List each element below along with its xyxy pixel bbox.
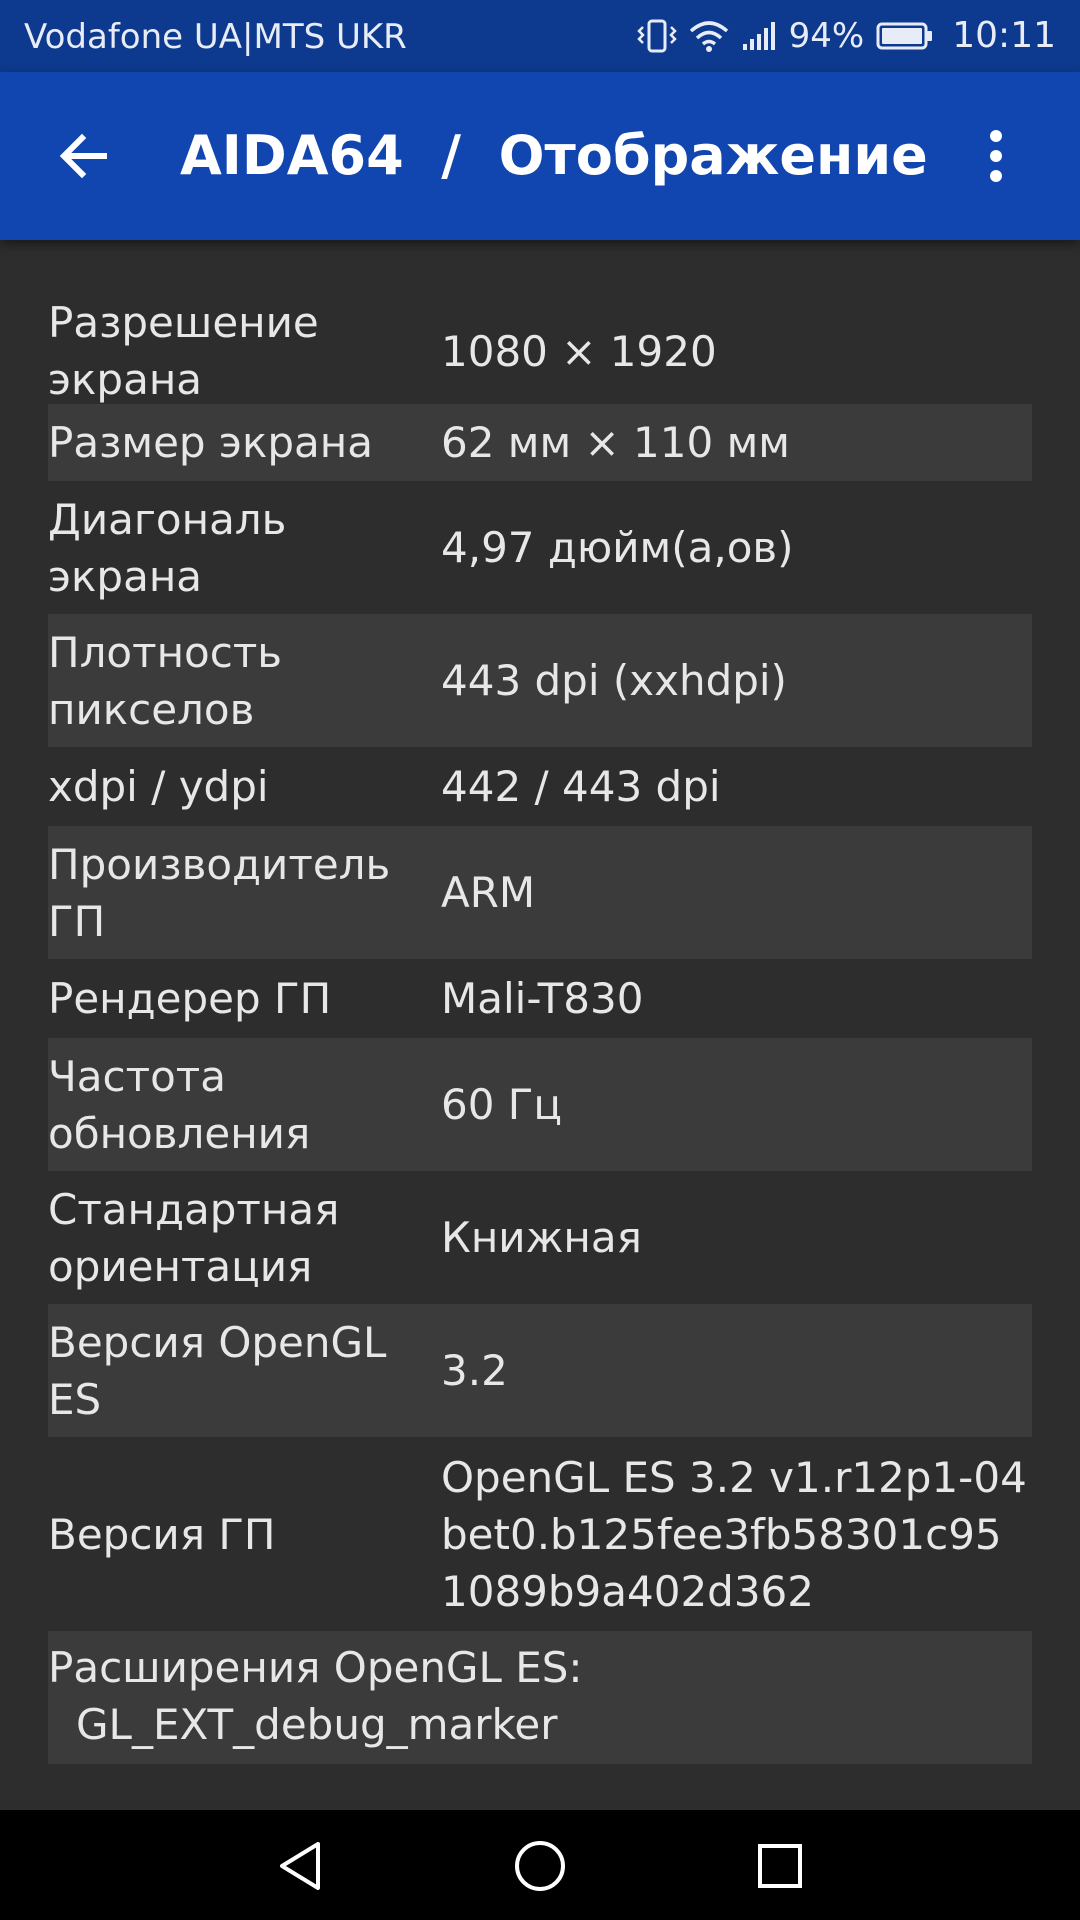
info-row-orientation: Стандартная ориентация Книжная (48, 1171, 1032, 1304)
nav-back-icon (280, 1842, 320, 1890)
more-vert-icon (990, 130, 1002, 182)
info-row-gpu-version: Версия ГП OpenGL ES 3.2 v1.r12p1-04 bet0… (48, 1437, 1032, 1631)
info-value: ARM (441, 868, 536, 917)
info-value: OpenGL ES 3.2 v1.r12p1-04 bet0.b125fee3f… (441, 1452, 1027, 1616)
info-value: Mali-T830 (441, 974, 644, 1023)
status-icons: 94% 10:11 (636, 0, 1056, 72)
extension-item: GL_EXT_debug_marker (76, 1700, 558, 1749)
clock: 10:11 (952, 15, 1056, 56)
info-key: Стандартная ориентация (48, 1184, 340, 1291)
display-info-list: Разрешение экрана 1080 × 1920 Размер экр… (48, 298, 1032, 1764)
content-area[interactable]: Разрешение экрана 1080 × 1920 Размер экр… (0, 240, 1080, 1810)
info-row-refresh-rate: Частота обновления 60 Гц (48, 1038, 1032, 1171)
signal-icon (741, 20, 777, 52)
page-title: AIDA64 / Отображение (180, 124, 928, 187)
info-value: 62 мм × 110 мм (441, 418, 790, 467)
info-value: 443 dpi (xxhdpi) (441, 656, 787, 705)
info-key: xdpi / ydpi (48, 762, 269, 811)
info-value: 442 / 443 dpi (441, 762, 721, 811)
info-row-xdpi-ydpi: xdpi / ydpi 442 / 443 dpi (48, 747, 1032, 826)
info-value: 3.2 (441, 1346, 508, 1395)
info-value: 1080 × 1920 (441, 326, 717, 376)
info-value: 60 Гц (441, 1080, 562, 1129)
info-key: Разрешение экрана (48, 298, 319, 404)
info-key: Размер экрана (48, 418, 373, 467)
info-row-gpu-vendor: Производитель ГП ARM (48, 826, 1032, 959)
carrier-name: Vodafone UA|MTS UKR (24, 17, 407, 57)
app-bar: AIDA64 / Отображение (0, 72, 1080, 240)
info-row-resolution: Разрешение экрана 1080 × 1920 (48, 298, 1032, 404)
battery-percent: 94% (788, 16, 865, 56)
battery-icon (876, 21, 934, 51)
nav-recents-button[interactable] (742, 1828, 818, 1904)
info-key: Рендерер ГП (48, 974, 332, 1023)
info-key: Диагональ экрана (48, 494, 287, 601)
nav-recents-icon (758, 1844, 802, 1888)
nav-back-button[interactable] (262, 1828, 338, 1904)
info-row-pixel-density: Плотность пикселов 443 dpi (xxhdpi) (48, 614, 1032, 747)
screen: Vodafone UA|MTS UKR 94% 10:11 AIDA64 / О… (0, 0, 1080, 1920)
info-row-opengl-extensions: Расширения OpenGL ES: GL_EXT_debug_marke… (48, 1631, 1032, 1764)
wifi-icon (689, 19, 729, 53)
info-key: Частота обновления (48, 1051, 311, 1158)
overflow-menu-button[interactable] (952, 112, 1040, 200)
info-key: Расширения OpenGL ES: (48, 1643, 583, 1692)
vibrate-icon (636, 18, 677, 54)
info-key: Версия ГП (48, 1509, 276, 1559)
info-value: 4,97 дюйм(а,ов) (441, 523, 794, 572)
info-key: Плотность пикселов (48, 627, 283, 734)
arrow-back-icon (59, 133, 107, 179)
nav-home-icon (515, 1841, 565, 1891)
info-row-screen-size: Размер экрана 62 мм × 110 мм (48, 404, 1032, 481)
info-row-opengl-version: Версия OpenGL ES 3.2 (48, 1304, 1032, 1437)
back-button[interactable] (40, 112, 128, 200)
info-value: Книжная (441, 1213, 642, 1262)
nav-home-button[interactable] (502, 1828, 578, 1904)
info-row-gpu-renderer: Рендерер ГП Mali-T830 (48, 959, 1032, 1038)
info-key: Производитель ГП (48, 839, 391, 946)
navigation-bar (0, 1810, 1080, 1920)
info-row-diagonal: Диагональ экрана 4,97 дюйм(а,ов) (48, 481, 1032, 614)
status-bar: Vodafone UA|MTS UKR 94% 10:11 (0, 0, 1080, 72)
info-key: Версия OpenGL ES (48, 1317, 387, 1424)
